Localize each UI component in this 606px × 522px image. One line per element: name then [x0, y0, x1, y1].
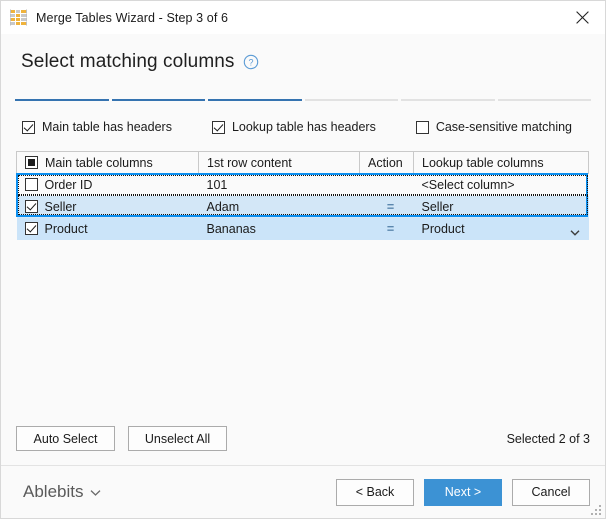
checkbox-main-table-has-headers[interactable]: Main table has headers	[22, 120, 172, 134]
row-checkbox[interactable]	[25, 178, 38, 191]
table-header-lookup-columns[interactable]: Lookup table columns	[414, 152, 589, 174]
checkbox-case-sensitive-matching[interactable]: Case-sensitive matching	[416, 120, 572, 134]
row-main-column-cell[interactable]: Order ID	[17, 174, 199, 196]
row-checkbox[interactable]	[25, 200, 38, 213]
chevron-down-icon[interactable]	[570, 225, 580, 232]
table-header-row: Main table columns 1st row content Actio…	[17, 152, 589, 174]
ablebits-brand-label: Ablebits	[23, 482, 83, 502]
columns-table: Main table columns 1st row content Actio…	[16, 151, 589, 240]
row-lookup-column-label: Product	[422, 222, 465, 236]
table-header-action[interactable]: Action	[360, 152, 414, 174]
checkbox-case-sensitive-matching-box[interactable]	[416, 121, 429, 134]
row-action-cell[interactable]: =	[360, 218, 414, 240]
body-action-bar: Auto Select Unselect All Selected 2 of 3	[16, 426, 590, 451]
ablebits-menu[interactable]: Ablebits	[16, 482, 101, 502]
title-bar: Merge Tables Wizard - Step 3 of 6	[1, 1, 605, 34]
options-row: Main table has headers Lookup table has …	[16, 101, 590, 134]
chevron-down-icon[interactable]	[90, 482, 101, 502]
columns-table-wrapper: Main table columns 1st row content Actio…	[16, 151, 590, 240]
table-row[interactable]: Order ID 101 <Select column>	[17, 174, 589, 196]
window-title: Merge Tables Wizard - Step 3 of 6	[36, 11, 228, 25]
table-header-first-row-content[interactable]: 1st row content	[199, 152, 360, 174]
row-lookup-column-cell[interactable]: <Select column>	[414, 174, 589, 196]
dialog-body: Main table has headers Lookup table has …	[1, 101, 605, 465]
unselect-all-button[interactable]: Unselect All	[128, 426, 227, 451]
svg-text:?: ?	[248, 57, 253, 67]
row-first-row-content-cell: 101	[199, 174, 360, 196]
table-row[interactable]: Product Bananas = Product	[17, 218, 589, 240]
dialog-footer: Ablebits < Back Next > Cancel	[1, 465, 605, 518]
checkbox-main-table-has-headers-label: Main table has headers	[42, 120, 172, 134]
help-circle-icon[interactable]: ?	[243, 54, 259, 70]
row-main-column-cell[interactable]: Seller	[17, 196, 199, 218]
close-icon	[576, 11, 589, 24]
checkbox-lookup-table-has-headers[interactable]: Lookup table has headers	[212, 120, 376, 134]
select-all-checkbox[interactable]	[25, 156, 38, 169]
cancel-button[interactable]: Cancel	[512, 479, 590, 506]
checkbox-main-table-has-headers-box[interactable]	[22, 121, 35, 134]
merge-tables-wizard-dialog: Merge Tables Wizard - Step 3 of 6 Select…	[0, 0, 606, 519]
row-main-column-cell[interactable]: Product	[17, 218, 199, 240]
row-main-column-label: Seller	[45, 200, 77, 214]
row-lookup-column-cell[interactable]: Seller	[414, 196, 589, 218]
page-title-row: Select matching columns ?	[21, 51, 605, 73]
row-lookup-column-cell[interactable]: Product	[414, 218, 589, 240]
close-button[interactable]	[560, 1, 605, 34]
row-first-row-content-cell: Bananas	[199, 218, 360, 240]
row-checkbox[interactable]	[25, 222, 38, 235]
table-row[interactable]: Seller Adam = Seller	[17, 196, 589, 218]
checkbox-lookup-table-has-headers-box[interactable]	[212, 121, 225, 134]
row-main-column-label: Product	[45, 222, 88, 236]
checkbox-lookup-table-has-headers-label: Lookup table has headers	[232, 120, 376, 134]
row-main-column-label: Order ID	[45, 178, 93, 192]
row-action-cell[interactable]	[360, 174, 414, 196]
auto-select-button[interactable]: Auto Select	[16, 426, 115, 451]
row-action-cell[interactable]: =	[360, 196, 414, 218]
selected-count-status: Selected 2 of 3	[507, 432, 590, 446]
table-header-main-columns[interactable]: Main table columns	[17, 152, 199, 174]
next-button[interactable]: Next >	[424, 479, 502, 506]
page-title: Select matching columns	[21, 51, 235, 73]
checkbox-case-sensitive-matching-label: Case-sensitive matching	[436, 120, 572, 134]
resize-grip[interactable]	[591, 504, 603, 516]
footer-button-group: < Back Next > Cancel	[336, 479, 590, 506]
dialog-header: Select matching columns ?	[1, 34, 605, 88]
back-button[interactable]: < Back	[336, 479, 414, 506]
table-grid-icon	[10, 9, 27, 26]
table-header-main-columns-label: Main table columns	[45, 156, 153, 170]
row-first-row-content-cell: Adam	[199, 196, 360, 218]
